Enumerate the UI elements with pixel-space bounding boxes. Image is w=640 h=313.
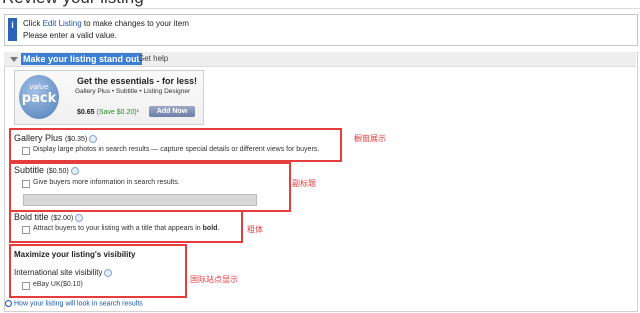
add-now-button[interactable]: Add Now bbox=[149, 106, 195, 117]
magnifier-icon bbox=[5, 300, 12, 307]
bold-desc-bold: bold bbox=[202, 225, 218, 232]
section-title: Make your listing stand out bbox=[21, 53, 142, 65]
get-help-link[interactable]: Get help bbox=[138, 54, 168, 63]
divider bbox=[0, 8, 640, 9]
promo-subtitle: Gallery Plus • Subtitle • Listing Design… bbox=[75, 88, 191, 95]
help-icon[interactable] bbox=[104, 268, 113, 277]
annotation-intl-note: 国际站点显示 bbox=[190, 275, 238, 284]
annotation-bold-note: 粗体 bbox=[247, 225, 263, 234]
ebay-uk-checkbox[interactable] bbox=[22, 282, 30, 290]
logo-text-top: value bbox=[29, 83, 49, 91]
info-line1-post: to make changes to your item bbox=[81, 19, 189, 28]
help-icon[interactable] bbox=[75, 213, 84, 222]
ebay-uk-label: eBay UK($0.10) bbox=[33, 281, 83, 288]
annotation-subtitle-note: 副标题 bbox=[292, 179, 316, 188]
save-amount: (Save $0.20) bbox=[96, 109, 137, 116]
bold-title-checkbox[interactable] bbox=[22, 226, 30, 234]
subtitle-price: ($0.50) bbox=[46, 168, 69, 175]
info-icon: i bbox=[8, 18, 17, 41]
page-heading: Review your listing bbox=[2, 0, 144, 8]
info-message: i Click Edit Listing to make changes to … bbox=[4, 14, 638, 46]
subtitle-label: Subtitle bbox=[14, 165, 45, 175]
search-preview-label: How your listing will look in search res… bbox=[14, 300, 143, 308]
info-line1-pre: Click bbox=[23, 19, 43, 28]
error-message: Please enter a valid value. bbox=[23, 31, 117, 40]
bold-title-label: Bold title bbox=[14, 212, 49, 222]
promo-price: $0.65 (Save $0.20)¹ bbox=[77, 109, 139, 116]
gallery-plus-checkbox[interactable] bbox=[22, 147, 30, 155]
intl-visibility-title: International site visibility bbox=[14, 268, 113, 277]
section-header[interactable]: Make your listing stand out Get help bbox=[4, 52, 636, 67]
intl-visibility-label: International site visibility bbox=[14, 268, 103, 277]
promo-title: Get the essentials - for less! bbox=[77, 76, 198, 86]
subtitle-desc: Give buyers more information in search r… bbox=[33, 179, 180, 186]
search-preview-link[interactable]: How your listing will look in search res… bbox=[5, 300, 143, 307]
gallery-plus-desc: Display large photos in search results —… bbox=[33, 146, 320, 153]
value-pack-logo: value pack bbox=[19, 75, 59, 119]
gallery-plus-title: Gallery Plus ($0.35) bbox=[14, 133, 98, 143]
bold-title-title: Bold title ($2.00) bbox=[14, 212, 84, 222]
bold-title-desc: Attract buyers to your listing with a ti… bbox=[33, 225, 219, 232]
visibility-title: Maximize your listing's visibility bbox=[14, 250, 136, 259]
help-icon[interactable] bbox=[89, 134, 98, 143]
bold-desc-pre: Attract buyers to your listing with a ti… bbox=[33, 225, 203, 232]
gallery-plus-label: Gallery Plus bbox=[14, 133, 63, 143]
annotation-gallery-note: 橱窗展示 bbox=[354, 134, 386, 143]
collapse-triangle-icon[interactable] bbox=[10, 57, 18, 62]
info-line1: Click Edit Listing to make changes to yo… bbox=[23, 19, 189, 28]
save-footnote: ¹ bbox=[136, 109, 139, 116]
edit-listing-link[interactable]: Edit Listing bbox=[43, 19, 82, 28]
bold-title-price: ($2.00) bbox=[51, 215, 74, 222]
gallery-plus-price: ($0.35) bbox=[65, 136, 88, 143]
bold-desc-post: . bbox=[217, 225, 220, 232]
logo-text-bottom: pack bbox=[21, 91, 57, 106]
value-pack-promo: value pack Get the essentials - for less… bbox=[14, 70, 204, 125]
help-icon[interactable] bbox=[70, 166, 79, 175]
price-value: $0.65 bbox=[77, 109, 95, 116]
subtitle-title: Subtitle ($0.50) bbox=[14, 165, 79, 175]
subtitle-input[interactable] bbox=[23, 194, 257, 206]
subtitle-checkbox[interactable] bbox=[22, 180, 30, 188]
